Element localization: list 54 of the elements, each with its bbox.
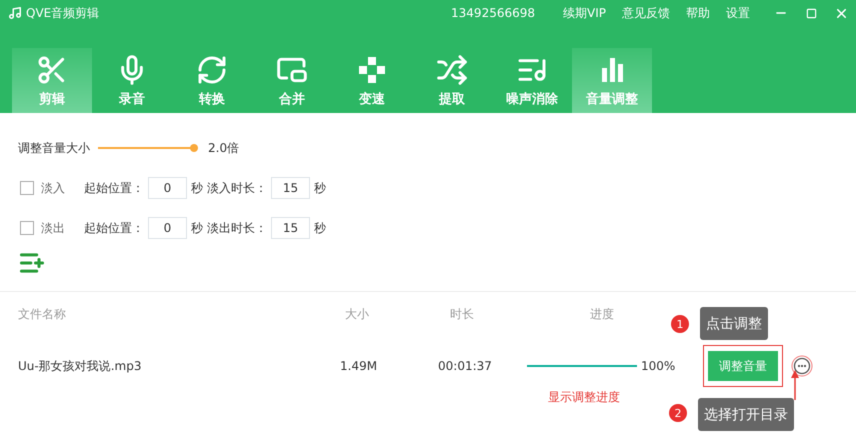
progress-note: 显示调整进度	[548, 389, 620, 406]
unit-label: 秒	[314, 220, 326, 236]
start-label: 起始位置：	[84, 220, 144, 236]
cross-icon	[356, 54, 388, 86]
tool-tab[interactable]: 提取	[412, 48, 492, 113]
music-note-icon	[8, 6, 22, 20]
volume-reading: 2.0倍	[208, 140, 240, 156]
adjust-button[interactable]: 调整音量	[708, 351, 778, 381]
tool-tab[interactable]: 音量调整	[572, 48, 652, 113]
file-name: Uu-那女孩对我说.mp3	[18, 358, 142, 374]
volume-label: 调整音量大小	[18, 140, 90, 156]
refresh-icon	[196, 54, 228, 86]
unit-label: 秒	[191, 180, 203, 196]
step-badge: 1	[671, 315, 689, 333]
top-link[interactable]: 帮助	[686, 4, 710, 22]
callout-tooltip: 点击调整	[700, 307, 768, 340]
step-badge: 2	[669, 404, 687, 422]
shuffle-icon	[436, 54, 468, 86]
fade-checkbox[interactable]	[20, 181, 34, 195]
top-link[interactable]: 设置	[726, 4, 750, 22]
more-icon[interactable]	[791, 355, 813, 377]
file-size: 1.49M	[340, 359, 378, 373]
unit-label: 秒	[191, 220, 203, 236]
progress-percent: 100%	[641, 359, 676, 373]
column-header: 大小	[345, 306, 370, 322]
start-label: 起始位置：	[84, 180, 144, 196]
duration-label: 淡入时长：	[207, 180, 267, 196]
duration-label: 淡出时长：	[207, 220, 267, 236]
fade-checkbox[interactable]	[20, 221, 34, 235]
duration-field[interactable]: 15	[271, 217, 310, 239]
fade-label: 淡出	[41, 220, 66, 236]
tool-tab[interactable]: 转换	[172, 48, 252, 113]
top-link[interactable]: 意见反馈	[622, 4, 670, 22]
maximize-icon[interactable]	[806, 8, 816, 18]
start-field[interactable]: 0	[148, 217, 187, 239]
tool-tab[interactable]: 合并	[252, 48, 332, 113]
arrow-icon	[790, 370, 800, 400]
column-header: 时长	[450, 306, 475, 322]
file-duration: 00:01:37	[438, 359, 493, 373]
start-field[interactable]: 0	[148, 177, 187, 199]
column-header: 文件名称	[18, 306, 67, 322]
account-number: 13492566698	[451, 6, 536, 20]
tool-tab[interactable]: 变速	[332, 48, 412, 113]
tool-tab[interactable]: 剪辑	[12, 48, 92, 113]
tool-tab[interactable]: 录音	[92, 48, 172, 113]
top-link[interactable]: 续期VIP	[563, 4, 606, 22]
fade-label: 淡入	[41, 180, 66, 196]
slider-thumb[interactable]	[190, 144, 198, 152]
unit-label: 秒	[314, 180, 326, 196]
column-header: 进度	[590, 306, 615, 322]
callout-tooltip: 选择打开目录	[698, 398, 794, 431]
duration-field[interactable]: 15	[271, 177, 310, 199]
app-title: QVE音频剪辑	[26, 4, 100, 22]
tool-tab[interactable]: 噪声消除	[492, 48, 572, 113]
